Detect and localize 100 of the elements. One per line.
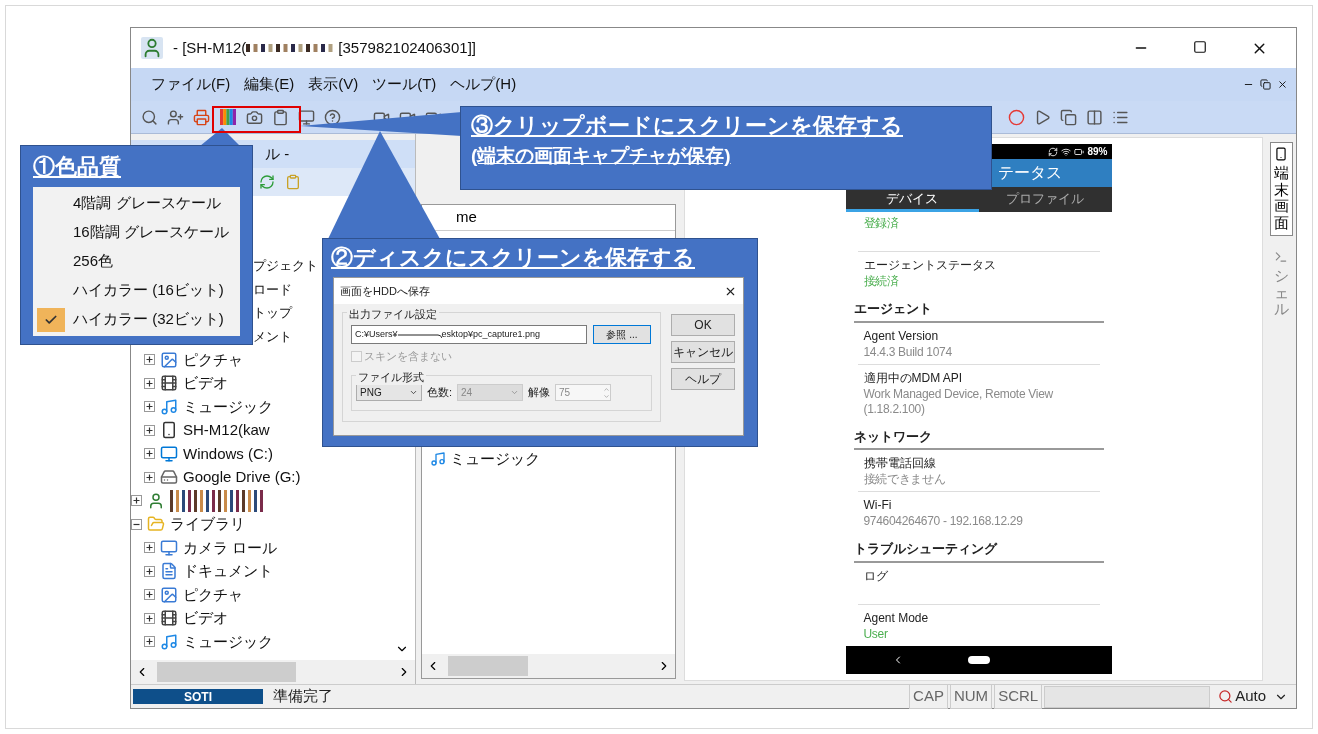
menu-item[interactable]: ツール(T) bbox=[372, 73, 437, 96]
columns-icon[interactable] bbox=[1086, 108, 1103, 126]
camera-icon[interactable] bbox=[246, 108, 263, 126]
clipboard-icon[interactable] bbox=[272, 108, 289, 126]
close-icon[interactable] bbox=[1277, 79, 1288, 90]
phone-icon bbox=[160, 421, 178, 440]
maximize-icon[interactable] bbox=[1193, 39, 1207, 54]
record-icon[interactable] bbox=[1008, 108, 1025, 126]
setting-value: 接続できません bbox=[863, 472, 947, 488]
screen-title: テータス bbox=[997, 163, 1062, 184]
restore-icon[interactable] bbox=[1260, 79, 1271, 90]
setting-title: 適用中のMDM API bbox=[863, 369, 964, 387]
scroll-thumb[interactable] bbox=[157, 662, 297, 682]
menu-item[interactable]: 表示(V) bbox=[308, 73, 359, 96]
picture-icon bbox=[160, 585, 178, 604]
tree-item[interactable]: SH-M12(kaw bbox=[183, 419, 270, 442]
tree-item[interactable]: ライブラリ bbox=[170, 513, 245, 536]
wifi-icon bbox=[1061, 146, 1072, 157]
music-note-icon bbox=[160, 397, 178, 416]
chevron-down-icon bbox=[510, 388, 520, 397]
menu-item[interactable]: ファイル(F) bbox=[151, 73, 231, 96]
phone-icon bbox=[1274, 147, 1288, 161]
play-icon[interactable] bbox=[1034, 108, 1051, 126]
menu-item[interactable]: ハイカラー (16ビット) bbox=[33, 276, 240, 305]
collapse-button[interactable] bbox=[131, 518, 142, 530]
tree-item[interactable]: ピクチャ bbox=[183, 583, 243, 606]
section-heading: トラブルシューティング bbox=[853, 533, 1104, 563]
menu-item[interactable]: 4階調 グレースケール bbox=[33, 189, 240, 218]
color-palette-icon[interactable] bbox=[219, 108, 237, 126]
home-button[interactable] bbox=[967, 655, 990, 664]
user-folder-icon bbox=[147, 491, 165, 510]
tree-item[interactable]: トップ bbox=[253, 303, 292, 323]
file-item[interactable]: ミュージック bbox=[450, 447, 540, 471]
expand-button[interactable] bbox=[144, 542, 155, 554]
tree-item[interactable]: メント bbox=[253, 326, 292, 346]
document-icon bbox=[160, 562, 178, 581]
side-tab[interactable]: 端末画面 bbox=[1269, 142, 1293, 236]
copy-icon[interactable] bbox=[1060, 108, 1077, 126]
expand-button[interactable] bbox=[144, 448, 155, 460]
tree-item[interactable]: ドキュメント bbox=[183, 560, 273, 583]
section-heading: エージェント bbox=[853, 293, 1104, 323]
zoom-icon[interactable] bbox=[1218, 689, 1234, 704]
group-label: 出力ファイル設定 bbox=[347, 306, 439, 323]
expand-button[interactable] bbox=[144, 354, 155, 366]
device-tab[interactable]: プロファイル bbox=[978, 187, 1112, 213]
scroll-thumb[interactable] bbox=[448, 656, 529, 676]
callout-text: ③クリップボードにスクリーンを保存する bbox=[471, 112, 903, 140]
tree-item[interactable]: プジェクト bbox=[253, 256, 318, 276]
dialog-button[interactable]: OK bbox=[671, 314, 735, 336]
monitor-icon bbox=[160, 538, 178, 557]
browse-button[interactable]: 参照 ... bbox=[593, 325, 651, 344]
horizontal-scrollbar[interactable] bbox=[422, 654, 675, 678]
expand-button[interactable] bbox=[144, 377, 155, 389]
tree-item[interactable]: Google Drive (G:) bbox=[183, 466, 301, 489]
film-icon bbox=[160, 609, 178, 628]
help-icon[interactable] bbox=[324, 108, 341, 126]
checkbox-label: スキンを含まない bbox=[364, 349, 452, 364]
setting-value: 974604264670 - 192.168.12.29 bbox=[863, 514, 1024, 530]
tree-item[interactable]: ミュージック bbox=[183, 630, 273, 653]
field-label: 色数: bbox=[427, 385, 453, 401]
printer-icon[interactable] bbox=[193, 108, 210, 126]
chevron-down-icon bbox=[409, 388, 418, 397]
expand-button[interactable] bbox=[144, 424, 155, 436]
setting-value: User bbox=[863, 626, 889, 642]
tree-item[interactable]: ビデオ bbox=[183, 372, 228, 395]
setting-title: Agent Mode bbox=[863, 609, 930, 627]
menu-item[interactable]: 256色 bbox=[33, 247, 240, 276]
expand-button[interactable] bbox=[144, 471, 155, 483]
callout-text: ①色品質 bbox=[33, 153, 121, 181]
zoom-mode[interactable]: Auto bbox=[1235, 685, 1266, 708]
menu-item[interactable]: ヘルプ(H) bbox=[450, 73, 517, 96]
expand-button[interactable] bbox=[144, 636, 155, 648]
user-plus-icon[interactable] bbox=[167, 108, 184, 126]
expand-button[interactable] bbox=[144, 565, 155, 577]
tree-item[interactable]: ビデオ bbox=[183, 607, 228, 630]
menu-item[interactable]: ハイカラー (32ビット) bbox=[33, 305, 240, 334]
setting-value: 接続済 bbox=[863, 274, 900, 290]
music-note-icon bbox=[430, 451, 446, 467]
monitor-icon[interactable] bbox=[298, 108, 315, 126]
tree-item[interactable]: ロード bbox=[253, 279, 292, 299]
menu-item[interactable]: 編集(E) bbox=[244, 73, 295, 96]
folder-icon bbox=[147, 515, 165, 534]
status-message: 準備完了 bbox=[273, 686, 333, 707]
dialog-button[interactable]: ヘルプ bbox=[671, 368, 735, 390]
expand-button[interactable] bbox=[144, 589, 155, 601]
clipboard-icon[interactable] bbox=[285, 174, 301, 190]
expand-button[interactable] bbox=[144, 401, 155, 413]
callout-text: (端末の画面キャプチャが保存) bbox=[471, 144, 731, 168]
redaction-line bbox=[397, 331, 442, 338]
tree-item[interactable]: ミュージック bbox=[183, 395, 273, 418]
film-icon bbox=[160, 374, 178, 393]
expand-button[interactable] bbox=[131, 495, 142, 507]
menu-item[interactable]: 16階調 グレースケール bbox=[33, 218, 240, 247]
path-field[interactable]: C:¥Users¥ esktop¥pc_capture1.png bbox=[351, 325, 587, 344]
dialog-button[interactable]: キャンセル bbox=[671, 341, 735, 363]
tree-item[interactable]: カメラ ロール bbox=[183, 536, 278, 559]
tree-item[interactable]: Windows (C:) bbox=[183, 442, 273, 465]
tree-item[interactable]: ピクチャ bbox=[183, 348, 243, 371]
expand-button[interactable] bbox=[144, 612, 155, 624]
refresh-icon[interactable] bbox=[259, 174, 275, 190]
